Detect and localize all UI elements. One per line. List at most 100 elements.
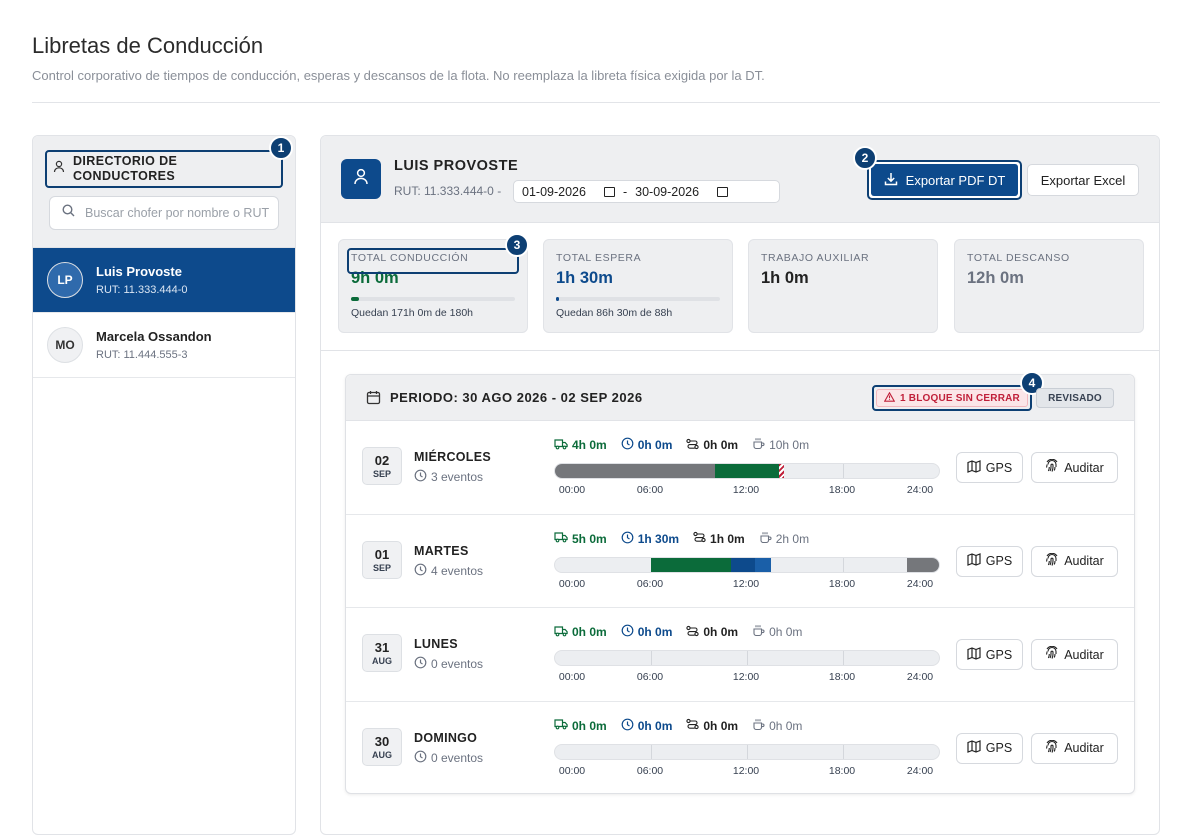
day-row: 01 SEP MARTES 4 eventos 5h 0m 1h 30m 1h 0m 2h 0… [346,515,1134,608]
export-pdf-button[interactable]: Exportar PDF DT [867,160,1022,200]
timeline-segment-drive[interactable] [715,464,779,478]
day-number: 01 [374,546,390,562]
date-badge: 31 AUG [362,634,402,672]
driver-item-marcela-ossandon[interactable]: MO Marcela Ossandon RUT: 11.444.555-3 [33,313,295,378]
status-badge: REVISADO [1036,388,1114,408]
stat-card-auxiliary: TRABAJO AUXILIAR 1h 0m [748,239,938,333]
tick-label: 18:00 [828,484,856,496]
timeline-segment-drive[interactable] [651,557,731,572]
audit-button[interactable]: Auditar [1031,732,1118,764]
period-title: PERIODO: 30 AGO 2026 - 02 SEP 2026 [390,390,643,405]
timeline-segment-open[interactable] [779,464,784,478]
progress-bar [556,297,720,301]
search-icon [62,204,75,222]
map-icon [967,553,981,569]
metric-value: 0h 0m [769,625,803,639]
stat-remaining: Quedan 86h 30m de 88h [556,307,673,319]
tick-label: 18:00 [828,671,856,683]
audit-button[interactable]: Auditar [1031,639,1118,670]
stat-value: 1h 0m [761,269,809,287]
export-excel-button[interactable]: Exportar Excel [1027,164,1139,196]
timeline-segment-rest[interactable] [907,557,939,572]
user-icon [353,168,369,190]
clock-icon [414,656,427,672]
weekday-name: MIÉRCOLES [414,450,492,464]
day-row: 02 SEP MIÉRCOLES 3 eventos 4h 0m 0h 0m 0h 0m 10… [346,421,1134,515]
gps-label: GPS [985,554,1013,568]
tick-label: 18:00 [828,764,856,777]
gps-button[interactable]: GPS [956,639,1023,670]
weekday-name: MARTES [414,543,469,558]
gps-button[interactable]: GPS [956,545,1023,577]
map-icon [967,646,981,663]
timeline-segment-wait[interactable] [731,557,755,572]
weekday-name: DOMINGO [414,730,478,745]
stat-remaining: Quedan 171h 0m de 180h [351,307,474,319]
stat-card-driving: TOTAL CONDUCCIÓN 9h 0m Quedan 171h 0m de… [338,239,528,333]
tick-label: 12:00 [732,764,760,777]
event-count-text: 0 eventos [431,657,484,671]
audit-label: Auditar [1064,554,1104,568]
metric-value: 10h 0m [769,438,810,452]
event-count: 4 eventos [414,563,483,579]
day-number: 02 [374,453,390,468]
driver-item-luis-provoste[interactable]: LP Luis Provoste RUT: 11.333.444-0 [33,248,295,313]
gps-button[interactable]: GPS [956,452,1023,483]
timeline-ticks: 00:00 06:00 12:00 18:00 24:00 [554,484,940,498]
metric-value: 0h 0m [769,718,803,733]
metric-value: 1h 0m [710,531,745,546]
route-icon [686,438,700,453]
event-count: 3 eventos [414,469,483,485]
calendar-icon[interactable] [603,186,615,197]
download-icon [884,172,898,189]
metric-auxiliary: 0h 0m [686,437,738,453]
progress-fill [556,297,559,301]
metric-auxiliary: 0h 0m [686,624,738,640]
metric-value: 0h 0m [703,718,739,733]
event-count-text: 3 eventos [431,470,484,484]
tick-label: 24:00 [906,577,934,590]
calendar-icon[interactable] [717,186,729,197]
event-count-text: 4 eventos [431,563,484,578]
audit-button[interactable]: Auditar [1031,452,1118,483]
date-from-input[interactable]: 01-09-2026 [514,185,623,199]
day-timeline [554,463,940,479]
gps-label: GPS [985,460,1013,475]
search-input[interactable] [85,206,270,220]
day-number: 31 [374,640,390,655]
date-to-input[interactable]: 30-09-2026 [627,185,736,199]
user-icon [53,160,65,178]
month-label: AUG [372,749,392,760]
tick-label: 00:00 [558,764,586,777]
metric-rest: 10h 0m [752,437,809,453]
driver-avatar [341,159,381,199]
tick-label: 06:00 [636,484,664,496]
truck-icon [554,718,568,733]
audit-button[interactable]: Auditar [1031,545,1118,577]
coffee-icon [752,437,765,453]
tick-label: 18:00 [828,577,856,590]
coffee-icon [752,718,765,734]
timeline-segment-rest[interactable] [555,464,715,478]
divider [32,102,1160,103]
driver-search[interactable] [49,196,279,230]
metric-driving: 5h 0m [554,531,607,547]
page-title: Libretas de Conducción [32,33,264,58]
timeline-gridline [843,744,844,759]
unclosed-block-alert[interactable]: 1 BLOQUE SIN CERRAR [872,385,1032,411]
metric-auxiliary: 1h 0m [693,531,745,547]
metric-waiting: 0h 0m [621,624,673,640]
gps-label: GPS [985,741,1013,755]
day-list: 02 SEP MIÉRCOLES 3 eventos 4h 0m 0h 0m 0h 0m 10… [346,421,1134,795]
gps-button[interactable]: GPS [956,732,1023,764]
directory-title-text: DIRECTORIO DE CONDUCTORES [73,154,178,183]
tick-label: 12:00 [732,671,760,683]
metric-waiting: 1h 30m [621,531,679,547]
metric-auxiliary: 0h 0m [686,718,738,734]
route-icon [686,625,700,640]
stat-label: TOTAL ESPERA [556,252,642,264]
timeline-segment-wait2[interactable] [755,557,771,572]
metric-value: 0h 0m [637,625,673,639]
clock-icon [414,750,427,766]
event-count: 0 eventos [414,750,483,766]
